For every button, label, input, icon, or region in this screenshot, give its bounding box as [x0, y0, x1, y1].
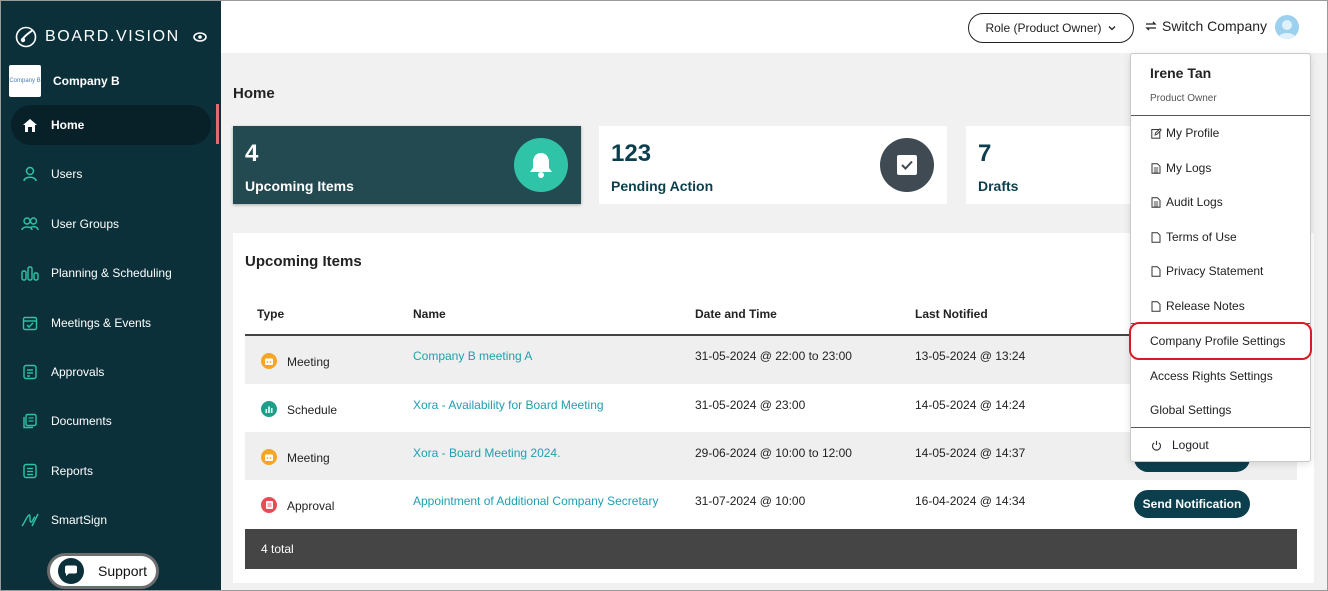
item-name-link[interactable]: Appointment of Additional Company Secret…: [413, 494, 658, 508]
eye-icon[interactable]: [193, 29, 207, 47]
documents-icon: [21, 412, 39, 430]
file-icon: [1150, 265, 1162, 277]
menu-item-privacy-statement[interactable]: Privacy Statement: [1131, 254, 1310, 288]
brand-logo[interactable]: BOARD.VISION: [15, 25, 180, 49]
user-menu-dropdown: Irene Tan Product Owner My Profile My Lo…: [1129, 53, 1312, 462]
column-header-name[interactable]: Name: [413, 307, 446, 321]
sidebar-item-approvals[interactable]: Approvals: [11, 352, 211, 392]
page-title: Home: [233, 85, 275, 102]
report-icon: [21, 462, 39, 480]
sidebar-item-users[interactable]: Users: [11, 154, 211, 194]
sidebar-item-meetings[interactable]: Meetings & Events: [11, 303, 211, 343]
user-name: Irene Tan: [1150, 65, 1212, 81]
checkbox-icon: [880, 138, 934, 192]
user-icon: [21, 165, 39, 183]
chat-icon: [58, 558, 84, 584]
avatar[interactable]: [1275, 15, 1299, 39]
sidebar: BOARD.VISION Company B Company B Home Us…: [1, 1, 221, 590]
menu-item-release-notes[interactable]: Release Notes: [1131, 289, 1310, 323]
menu-item-my-logs[interactable]: My Logs: [1131, 151, 1310, 185]
column-header-type[interactable]: Type: [257, 307, 284, 321]
edit-icon: [1150, 127, 1162, 139]
sidebar-item-user-groups[interactable]: User Groups: [11, 204, 211, 244]
home-icon: [21, 116, 39, 134]
table-footer: 4 total: [245, 529, 1297, 569]
sidebar-item-documents[interactable]: Documents: [11, 401, 211, 441]
menu-item-logout[interactable]: Logout: [1131, 428, 1310, 462]
menu-item-terms-of-use[interactable]: Terms of Use: [1131, 220, 1310, 254]
approval-type-icon: [261, 497, 277, 513]
user-role: Product Owner: [1150, 93, 1217, 104]
column-header-last-notified[interactable]: Last Notified: [915, 307, 988, 321]
company-name: Company B: [53, 74, 120, 88]
company-selector[interactable]: Company B Company B: [9, 65, 120, 97]
log-icon: [1150, 162, 1162, 174]
item-name-link[interactable]: Xora - Board Meeting 2024.: [413, 446, 560, 460]
menu-item-audit-logs[interactable]: Audit Logs: [1131, 185, 1310, 219]
company-logo: Company B: [9, 65, 41, 97]
switch-company-button[interactable]: Switch Company: [1144, 18, 1267, 34]
sidebar-item-smartsign[interactable]: SmartSign: [11, 500, 211, 540]
menu-item-access-rights-settings[interactable]: Access Rights Settings: [1131, 359, 1310, 393]
chevron-down-icon: [1108, 26, 1115, 31]
item-name-link[interactable]: Xora - Availability for Board Meeting: [413, 398, 604, 412]
card-upcoming-items[interactable]: 4 Upcoming Items: [233, 126, 581, 204]
bar-chart-icon: [21, 264, 39, 282]
schedule-icon: [261, 401, 277, 417]
brand-mark-icon: [15, 26, 37, 48]
log-icon: [1150, 196, 1162, 208]
active-indicator: [216, 104, 219, 144]
sidebar-item-home[interactable]: Home: [11, 105, 211, 145]
card-pending-action[interactable]: 123 Pending Action: [599, 126, 947, 204]
file-icon: [1150, 231, 1162, 243]
table-row[interactable]: Approval Appointment of Additional Compa…: [245, 480, 1297, 528]
power-icon: [1150, 439, 1162, 451]
signature-icon: [21, 511, 39, 529]
approval-icon: [21, 363, 39, 381]
menu-item-company-profile-settings[interactable]: Company Profile Settings: [1131, 324, 1310, 358]
role-dropdown[interactable]: Role (Product Owner): [968, 13, 1134, 43]
support-button[interactable]: Support: [47, 553, 159, 589]
meeting-icon: [261, 353, 277, 369]
calendar-icon: [21, 314, 39, 332]
send-notification-button[interactable]: Send Notification: [1134, 490, 1250, 518]
file-icon: [1150, 300, 1162, 312]
bell-icon: [514, 138, 568, 192]
sidebar-item-reports[interactable]: Reports: [11, 451, 211, 491]
menu-item-global-settings[interactable]: Global Settings: [1131, 393, 1310, 427]
user-group-icon: [21, 215, 39, 233]
column-header-date[interactable]: Date and Time: [695, 307, 777, 321]
card-drafts[interactable]: 7 Drafts: [966, 126, 1130, 204]
sidebar-item-planning[interactable]: Planning & Scheduling: [11, 253, 211, 293]
meeting-icon: [261, 449, 277, 465]
menu-item-my-profile[interactable]: My Profile: [1131, 116, 1310, 150]
item-name-link[interactable]: Company B meeting A: [413, 349, 532, 363]
swap-icon: [1145, 21, 1157, 31]
brand-name: BOARD.VISION: [45, 28, 180, 45]
panel-title: Upcoming Items: [245, 253, 362, 270]
